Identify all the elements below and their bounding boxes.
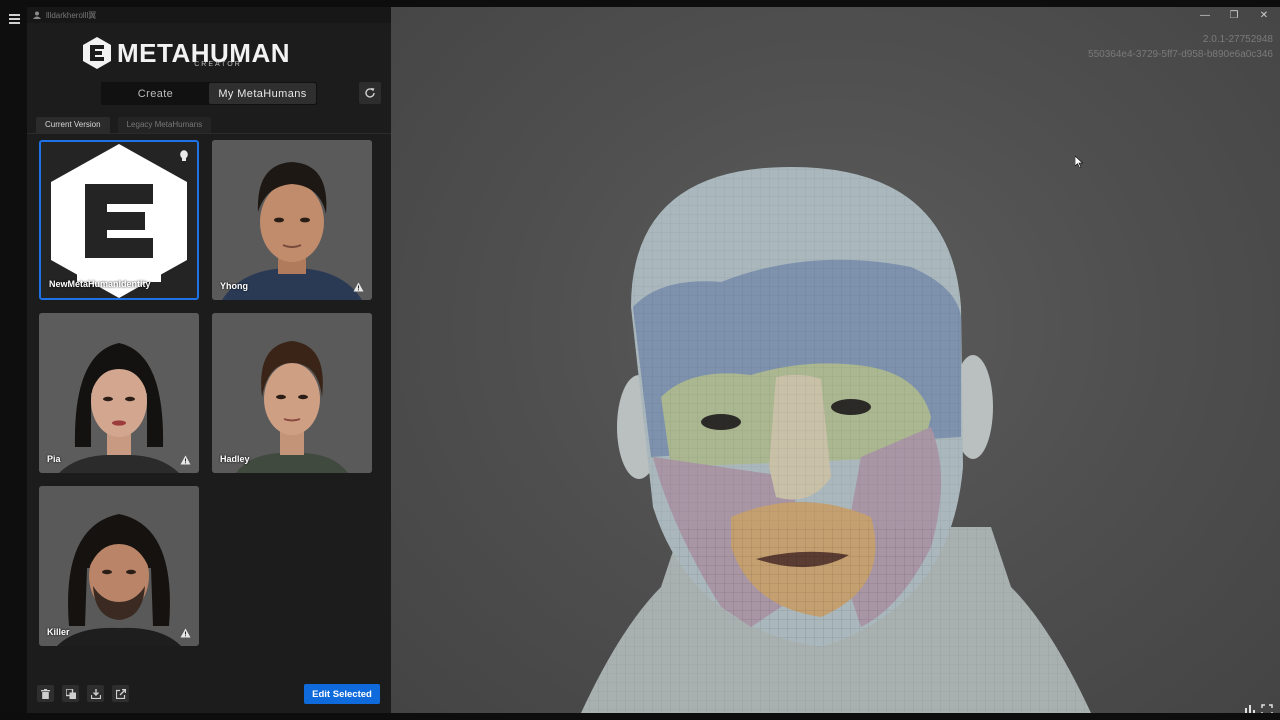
head-mesh-preview: [581, 167, 1091, 713]
metahuman-card[interactable]: Hadley: [212, 313, 372, 473]
build-guid: 550364e4-3729-5ff7-d958-b890e6a0c346: [1088, 49, 1273, 60]
refresh-icon: [365, 88, 375, 98]
metahuman-card[interactable]: NewMetaHumanIdentity: [39, 140, 199, 300]
3d-viewport[interactable]: 2.0.1-27752948 550364e4-3729-5ff7-d958-b…: [391, 7, 1280, 713]
duplicate-button[interactable]: [62, 685, 79, 702]
bottom-toolbar: Edit Selected: [27, 675, 391, 713]
warning-icon: [180, 455, 191, 465]
portrait-hadley: [212, 313, 372, 473]
metahuman-name: Killer: [47, 627, 70, 637]
restore-button[interactable]: ❐: [1227, 9, 1241, 21]
metahuman-logo-icon: [83, 37, 111, 69]
library-panel: llldarkherolll翼 METAHUMAN CREATOR Create…: [27, 7, 391, 713]
close-button[interactable]: ✕: [1257, 9, 1271, 21]
metahuman-name: Hadley: [220, 454, 250, 464]
my-metahumans-button[interactable]: My MetaHumans: [209, 83, 316, 104]
stats-icon[interactable]: [1244, 704, 1256, 713]
tab-legacy-metahumans[interactable]: Legacy MetaHumans: [117, 117, 212, 133]
trash-icon: [41, 688, 50, 699]
metahuman-identity-logo-icon: [51, 144, 187, 298]
version-tabs: Current Version Legacy MetaHumans: [36, 117, 219, 133]
refresh-button[interactable]: [359, 82, 381, 104]
fullscreen-icon[interactable]: [1261, 704, 1273, 713]
build-version: 2.0.1-27752948 550364e4-3729-5ff7-d958-b…: [1088, 32, 1273, 62]
warning-icon: [353, 282, 364, 292]
metahuman-name: Pia: [47, 454, 61, 464]
metahuman-card[interactable]: Killer: [39, 486, 199, 646]
metahuman-card[interactable]: Yhong: [212, 140, 372, 300]
edit-selected-button[interactable]: Edit Selected: [304, 684, 380, 704]
tab-divider: [27, 133, 391, 134]
metahuman-name: Yhong: [220, 281, 248, 291]
warning-icon: [180, 628, 191, 638]
bottom-strip: [0, 713, 1280, 720]
username: llldarkherolll翼: [46, 10, 97, 20]
create-button[interactable]: Create: [102, 83, 209, 104]
mouse-cursor-icon: [1075, 156, 1083, 168]
download-icon: [90, 688, 101, 699]
logo-subtitle: CREATOR: [194, 61, 242, 68]
version-number: 2.0.1-27752948: [1202, 34, 1273, 45]
portrait-pia: [39, 313, 199, 473]
mode-switch: Create My MetaHumans: [101, 82, 317, 105]
user-icon: [33, 11, 41, 19]
mesh-identity-badge-icon: [180, 150, 188, 161]
portrait-killer: [39, 486, 199, 646]
portrait-yhong: [212, 140, 372, 300]
left-rail: [0, 0, 27, 720]
metahuman-name: NewMetaHumanIdentity: [49, 279, 151, 289]
export-icon: [115, 688, 126, 699]
hamburger-menu-icon[interactable]: [9, 14, 20, 24]
download-button[interactable]: [87, 685, 104, 702]
delete-button[interactable]: [37, 685, 54, 702]
user-bar: llldarkherolll翼: [27, 7, 391, 23]
metahuman-card[interactable]: Pia: [39, 313, 199, 473]
metahuman-logo: METAHUMAN CREATOR: [81, 35, 290, 71]
minimize-button[interactable]: —: [1198, 9, 1212, 21]
tab-current-version[interactable]: Current Version: [36, 117, 110, 133]
export-button[interactable]: [112, 685, 129, 702]
duplicate-icon: [65, 688, 76, 699]
